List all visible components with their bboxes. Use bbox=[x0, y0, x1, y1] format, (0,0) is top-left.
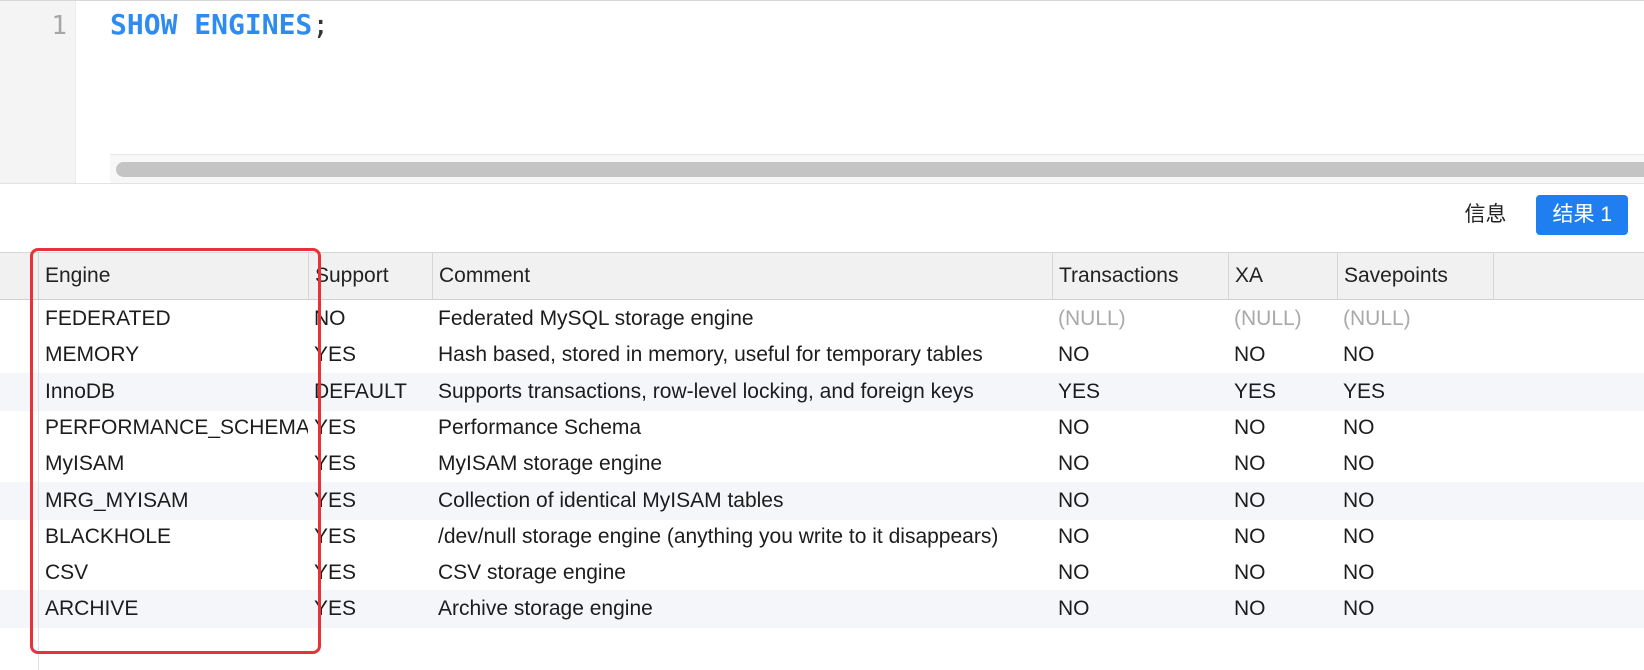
cell-transactions[interactable]: YES bbox=[1058, 373, 1228, 411]
cell-savepoints[interactable]: NO bbox=[1343, 482, 1493, 520]
line-number-gutter: 1 bbox=[0, 1, 76, 184]
result-tabs: 信息 结果 1 bbox=[1452, 195, 1628, 235]
table-row[interactable]: BLACKHOLE YES/dev/null storage engine (an… bbox=[0, 518, 1644, 556]
cell-transactions[interactable]: NO bbox=[1058, 590, 1228, 628]
tab-result-1[interactable]: 结果 1 bbox=[1536, 195, 1628, 235]
table-row[interactable]: InnoDB DEFAULT Supports transactions, row-… bbox=[0, 372, 1644, 411]
tab-info[interactable]: 信息 bbox=[1452, 195, 1518, 235]
column-header-engine[interactable]: Engine bbox=[38, 253, 308, 299]
cell-transactions[interactable]: NO bbox=[1058, 409, 1228, 447]
cell-comment[interactable]: Performance Schema bbox=[438, 409, 1052, 447]
table-row[interactable]: CSV YES CSV storage engine NO NO NO bbox=[0, 554, 1644, 592]
cell-support[interactable]: YES bbox=[314, 554, 432, 592]
cell-transactions[interactable]: NO bbox=[1058, 336, 1228, 374]
cell-comment[interactable]: MyISAM storage engine bbox=[438, 445, 1052, 483]
row-header-divider bbox=[38, 300, 39, 670]
cell-engine[interactable]: ARCHIVE bbox=[45, 590, 308, 628]
cell-comment[interactable]: Hash based, stored in memory, useful for… bbox=[438, 336, 1052, 374]
cell-xa[interactable]: (NULL) bbox=[1234, 300, 1337, 338]
column-header-xa[interactable]: XA bbox=[1228, 253, 1337, 299]
cell-engine[interactable]: CSV bbox=[45, 554, 308, 592]
cell-comment[interactable]: Supports transactions, row-level locking… bbox=[438, 373, 1052, 411]
line-number: 1 bbox=[51, 11, 67, 41]
column-header-transactions[interactable]: Transactions bbox=[1052, 253, 1228, 299]
cell-savepoints[interactable]: NO bbox=[1343, 554, 1493, 592]
editor-horizontal-scrollbar[interactable] bbox=[110, 154, 1644, 184]
cell-savepoints[interactable]: YES bbox=[1343, 373, 1493, 411]
column-header-support[interactable]: Support bbox=[308, 253, 432, 299]
cell-support[interactable]: YES bbox=[314, 518, 432, 556]
pane-divider[interactable] bbox=[0, 183, 1644, 184]
cell-savepoints[interactable]: NO bbox=[1343, 590, 1493, 628]
cell-comment[interactable]: CSV storage engine bbox=[438, 554, 1052, 592]
cell-transactions[interactable]: NO bbox=[1058, 445, 1228, 483]
cell-engine[interactable]: MRG_MYISAM bbox=[45, 482, 308, 520]
cell-engine[interactable]: FEDERATED bbox=[45, 300, 308, 338]
cell-support[interactable]: YES bbox=[314, 482, 432, 520]
cell-savepoints[interactable]: NO bbox=[1343, 336, 1493, 374]
cell-comment[interactable]: Federated MySQL storage engine bbox=[438, 300, 1052, 338]
cell-engine[interactable]: InnoDB bbox=[45, 373, 308, 411]
column-header-savepoints[interactable]: Savepoints bbox=[1337, 253, 1493, 299]
table-row[interactable]: MyISAM YES MyISAM storage engine NO NO NO bbox=[0, 445, 1644, 483]
cell-xa[interactable]: NO bbox=[1234, 409, 1337, 447]
sql-keyword: SHOW ENGINES bbox=[110, 8, 313, 41]
cell-comment[interactable]: /dev/null storage engine (anything you w… bbox=[438, 518, 1052, 556]
cell-xa[interactable]: NO bbox=[1234, 336, 1337, 374]
cell-engine[interactable]: BLACKHOLE bbox=[45, 518, 308, 556]
cell-xa[interactable]: YES bbox=[1234, 373, 1337, 411]
cell-xa[interactable]: NO bbox=[1234, 482, 1337, 520]
table-row[interactable]: PERFORMANCE_SCHEMA YES Performance Schema N… bbox=[0, 409, 1644, 447]
row-header-corner bbox=[0, 253, 38, 299]
grid-header: Engine Support Comment Transactions XA Savepo… bbox=[0, 252, 1644, 300]
sql-code-line[interactable]: SHOW ENGINES; bbox=[110, 8, 329, 41]
table-row[interactable]: ARCHIVE YES Archive storage engine NO NO NO bbox=[0, 590, 1644, 629]
cell-transactions[interactable]: (NULL) bbox=[1058, 300, 1228, 338]
cell-savepoints[interactable]: NO bbox=[1343, 445, 1493, 483]
cell-transactions[interactable]: NO bbox=[1058, 482, 1228, 520]
cell-support[interactable]: YES bbox=[314, 409, 432, 447]
cell-xa[interactable]: NO bbox=[1234, 518, 1337, 556]
cell-support[interactable]: NO bbox=[314, 300, 432, 338]
cell-engine[interactable]: PERFORMANCE_SCHEMA bbox=[45, 409, 308, 447]
column-header-comment[interactable]: Comment bbox=[432, 253, 1052, 299]
cell-support[interactable]: YES bbox=[314, 336, 432, 374]
table-row[interactable]: MRG_MYISAM YES Collection of identical MyI… bbox=[0, 481, 1644, 520]
cell-engine[interactable]: MyISAM bbox=[45, 445, 308, 483]
cell-savepoints[interactable]: NO bbox=[1343, 518, 1493, 556]
cell-savepoints[interactable]: (NULL) bbox=[1343, 300, 1493, 338]
cell-savepoints[interactable]: NO bbox=[1343, 409, 1493, 447]
cell-support[interactable]: YES bbox=[314, 445, 432, 483]
cell-transactions[interactable]: NO bbox=[1058, 518, 1228, 556]
cell-xa[interactable]: NO bbox=[1234, 590, 1337, 628]
cell-xa[interactable]: NO bbox=[1234, 445, 1337, 483]
sql-editor[interactable]: 1 SHOW ENGINES; bbox=[0, 0, 1644, 184]
result-grid: Engine Support Comment Transactions XA Savepo… bbox=[0, 252, 1644, 670]
table-row[interactable]: FEDERATED NO Federated MySQL storage engin… bbox=[0, 300, 1644, 338]
table-row[interactable]: MEMORY YES Hash based, stored in memory, u… bbox=[0, 336, 1644, 374]
cell-support[interactable]: DEFAULT bbox=[314, 373, 432, 411]
cell-engine[interactable]: MEMORY bbox=[45, 336, 308, 374]
column-header-end bbox=[1493, 253, 1494, 299]
cell-support[interactable]: YES bbox=[314, 590, 432, 628]
cell-comment[interactable]: Archive storage engine bbox=[438, 590, 1052, 628]
cell-transactions[interactable]: NO bbox=[1058, 554, 1228, 592]
scrollbar-thumb[interactable] bbox=[116, 162, 1644, 177]
cell-xa[interactable]: NO bbox=[1234, 554, 1337, 592]
sql-terminator: ; bbox=[312, 8, 330, 41]
cell-comment[interactable]: Collection of identical MyISAM tables bbox=[438, 482, 1052, 520]
